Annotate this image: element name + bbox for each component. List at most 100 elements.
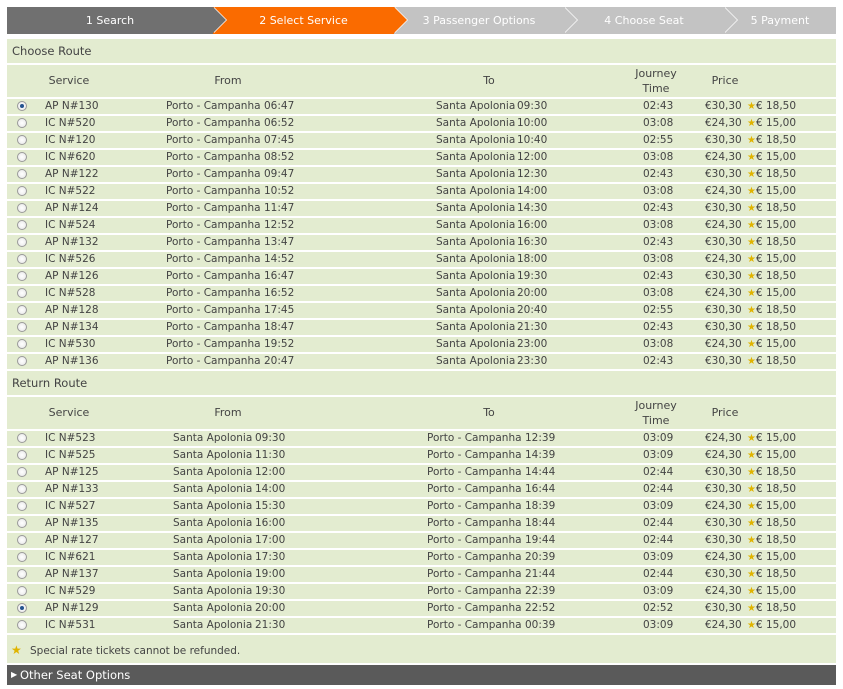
special-price-cell: ★€ 15,00: [747, 150, 796, 165]
special-price: € 18,50: [755, 466, 797, 478]
route-radio[interactable]: [17, 305, 27, 315]
route-row[interactable]: AP N#126 Porto - Campanha 16:47 Santa Apolo…: [7, 269, 836, 286]
route-row[interactable]: AP N#129 Santa Apolonia 20:00 Porto - Campa…: [7, 601, 836, 618]
route-radio[interactable]: [17, 152, 27, 162]
route-radio[interactable]: [17, 169, 27, 179]
route-radio[interactable]: [17, 535, 27, 545]
route-row[interactable]: IC N#527 Santa Apolonia 15:30 Porto - Campa…: [7, 499, 836, 516]
route-row[interactable]: IC N#528 Porto - Campanha 16:52 Santa Apolo…: [7, 286, 836, 303]
route-row[interactable]: IC N#529 Santa Apolonia 19:30 Porto - Campa…: [7, 584, 836, 601]
route-radio[interactable]: [17, 237, 27, 247]
special-price-cell: ★€ 18,50: [747, 482, 796, 497]
route-row[interactable]: IC N#530 Porto - Campanha 19:52 Santa Apolo…: [7, 337, 836, 354]
special-price-cell: ★€ 18,50: [747, 533, 796, 548]
route-radio[interactable]: [17, 339, 27, 349]
service-cell: AP N#134: [45, 321, 99, 333]
to-station-cell: Porto - Campanha: [427, 551, 522, 563]
route-radio[interactable]: [17, 467, 27, 477]
route-radio[interactable]: [17, 518, 27, 528]
route-row[interactable]: AP N#127 Santa Apolonia 17:00 Porto - Campa…: [7, 533, 836, 550]
step-search[interactable]: 1 Search: [7, 7, 227, 34]
route-row[interactable]: IC N#120 Porto - Campanha 07:45 Santa Apolo…: [7, 133, 836, 150]
arrival-time-cell: 14:44: [525, 466, 556, 478]
from-station-cell: Porto - Campanha: [166, 287, 261, 299]
journey-time-cell: 02:43: [643, 100, 674, 112]
special-price-cell: ★€ 18,50: [747, 167, 796, 182]
price-cell: €24,30: [705, 117, 742, 129]
price-cell: €30,30: [705, 534, 742, 546]
route-radio[interactable]: [17, 271, 27, 281]
route-radio[interactable]: [17, 586, 27, 596]
route-row[interactable]: IC N#526 Porto - Campanha 14:52 Santa Apolo…: [7, 252, 836, 269]
from-station-cell: Porto - Campanha: [166, 338, 261, 350]
route-row[interactable]: IC N#524 Porto - Campanha 12:52 Santa Apolo…: [7, 218, 836, 235]
route-row[interactable]: AP N#124 Porto - Campanha 11:47 Santa Apolo…: [7, 201, 836, 218]
route-row[interactable]: IC N#520 Porto - Campanha 06:52 Santa Apolo…: [7, 116, 836, 133]
special-price: € 18,50: [755, 100, 797, 112]
journey-time-cell: 03:08: [643, 219, 674, 231]
route-row[interactable]: AP N#135 Santa Apolonia 16:00 Porto - Campa…: [7, 516, 836, 533]
route-radio[interactable]: [17, 254, 27, 264]
from-station-cell: Porto - Campanha: [166, 100, 261, 112]
route-row[interactable]: AP N#132 Porto - Campanha 13:47 Santa Apolo…: [7, 235, 836, 252]
route-radio[interactable]: [17, 603, 27, 613]
route-row[interactable]: IC N#523 Santa Apolonia 09:30 Porto - Campa…: [7, 431, 836, 448]
col-journey-time: Journey Time: [635, 399, 677, 427]
step-select-service[interactable]: 2 Select Service: [213, 7, 408, 34]
route-radio[interactable]: [17, 552, 27, 562]
star-icon: ★: [747, 433, 756, 444]
step-choose-seat[interactable]: 4 Choose Seat: [564, 7, 738, 34]
route-row[interactable]: IC N#531 Santa Apolonia 21:30 Porto - Campa…: [7, 618, 836, 635]
route-radio[interactable]: [17, 620, 27, 630]
route-row[interactable]: AP N#125 Santa Apolonia 12:00 Porto - Campa…: [7, 465, 836, 482]
route-row[interactable]: AP N#134 Porto - Campanha 18:47 Santa Apolo…: [7, 320, 836, 337]
step-passenger-options[interactable]: 3 Passenger Options: [394, 7, 578, 34]
route-radio[interactable]: [17, 135, 27, 145]
route-radio[interactable]: [17, 484, 27, 494]
from-station-cell: Porto - Campanha: [166, 117, 261, 129]
to-station-cell: Porto - Campanha: [427, 483, 522, 495]
route-row[interactable]: IC N#525 Santa Apolonia 11:30 Porto - Campa…: [7, 448, 836, 465]
route-radio[interactable]: [17, 450, 27, 460]
route-radio[interactable]: [17, 569, 27, 579]
from-station-cell: Porto - Campanha: [166, 304, 261, 316]
from-station-cell: Santa Apolonia: [173, 585, 253, 597]
star-icon: ★: [747, 603, 756, 614]
route-row[interactable]: AP N#130 Porto - Campanha 06:47 Santa Apolo…: [7, 99, 836, 116]
route-radio[interactable]: [17, 118, 27, 128]
route-row[interactable]: IC N#621 Santa Apolonia 17:30 Porto - Campa…: [7, 550, 836, 567]
step-payment[interactable]: 5 Payment: [724, 7, 836, 34]
from-station-cell: Porto - Campanha: [166, 355, 261, 367]
route-row[interactable]: IC N#620 Porto - Campanha 08:52 Santa Apolo…: [7, 150, 836, 167]
route-radio[interactable]: [17, 433, 27, 443]
special-price-cell: ★€ 18,50: [747, 201, 796, 216]
departure-time-cell: 14:00: [255, 483, 286, 495]
route-radio[interactable]: [17, 101, 27, 111]
journey-time-cell: 03:08: [643, 117, 674, 129]
route-radio[interactable]: [17, 288, 27, 298]
special-price: € 15,00: [755, 500, 797, 512]
price-cell: €24,30: [705, 619, 742, 631]
route-radio[interactable]: [17, 203, 27, 213]
route-radio[interactable]: [17, 220, 27, 230]
route-radio[interactable]: [17, 322, 27, 332]
route-radio[interactable]: [17, 186, 27, 196]
journey-time-cell: 03:09: [643, 619, 674, 631]
outbound-list: AP N#130 Porto - Campanha 06:47 Santa Apolo…: [7, 99, 836, 371]
route-radio[interactable]: [17, 356, 27, 366]
route-row[interactable]: AP N#133 Santa Apolonia 14:00 Porto - Campa…: [7, 482, 836, 499]
route-row[interactable]: IC N#522 Porto - Campanha 10:52 Santa Apolo…: [7, 184, 836, 201]
arrival-time-cell: 09:30: [517, 100, 548, 112]
route-row[interactable]: AP N#122 Porto - Campanha 09:47 Santa Apolo…: [7, 167, 836, 184]
route-row[interactable]: AP N#136 Porto - Campanha 20:47 Santa Apolo…: [7, 354, 836, 371]
price-cell: €24,30: [705, 185, 742, 197]
arrival-time-cell: 23:00: [517, 338, 548, 350]
to-station-cell: Santa Apolonia: [436, 270, 516, 282]
other-seat-options-toggle[interactable]: ▶ Other Seat Options: [7, 665, 836, 685]
service-cell: IC N#527: [45, 500, 96, 512]
to-station-cell: Santa Apolonia: [436, 304, 516, 316]
route-radio[interactable]: [17, 501, 27, 511]
route-row[interactable]: AP N#137 Santa Apolonia 19:00 Porto - Campa…: [7, 567, 836, 584]
route-row[interactable]: AP N#128 Porto - Campanha 17:45 Santa Apolo…: [7, 303, 836, 320]
outbound-title: Choose Route: [7, 39, 836, 65]
